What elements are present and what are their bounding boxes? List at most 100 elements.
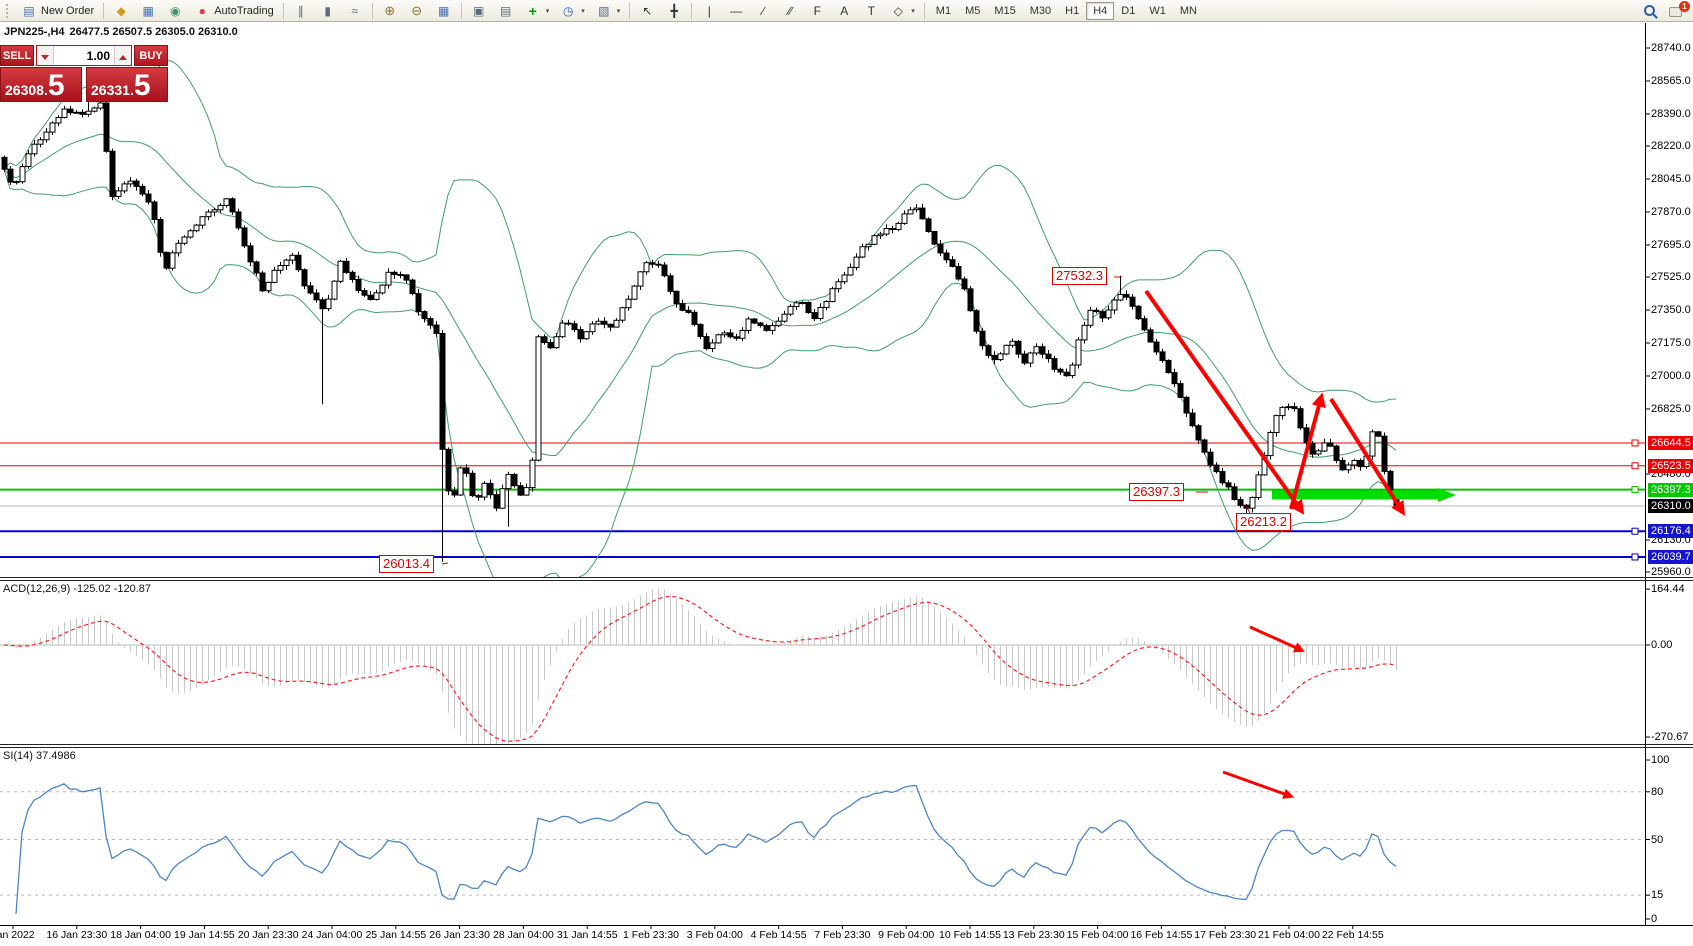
bar-chart-icon: ∥ [293, 3, 309, 19]
timeframe-buttons: M1M5M15M30H1H4D1W1MN [929, 2, 1204, 20]
buy-price-display[interactable]: 26331.5 [86, 67, 168, 102]
one-click-trading-panel: SELL 1.00 BUY 26308.5 26331.5 [0, 45, 168, 102]
line-chart-icon: ≈ [347, 3, 363, 19]
zoom-in-button[interactable]: ⊕ [377, 2, 403, 20]
new-order-button-label: New Order [41, 5, 94, 17]
toolbar-separator [461, 3, 462, 19]
price-axis-tick: 25960.0 [1651, 566, 1691, 578]
search-icon [1642, 3, 1658, 19]
cursor-icon: ↖ [639, 3, 655, 19]
cursor-tool-button[interactable]: ↖ [634, 2, 660, 20]
cascade-windows-icon: ▤ [498, 3, 514, 19]
macd-axis-tick: 0.00 [1651, 639, 1672, 651]
chart-canvas[interactable] [0, 0, 1693, 946]
buy-button[interactable]: BUY [134, 45, 168, 66]
rsi-axis-tick: 15 [1651, 889, 1663, 901]
annotation-label[interactable]: 27532.3 [1052, 267, 1107, 285]
candlestick-chart-button[interactable]: ▮ [315, 2, 341, 20]
cascade-windows-button[interactable]: ▤ [493, 2, 519, 20]
triangle-up-icon [119, 55, 127, 60]
zoom-out-button[interactable]: ⊖ [404, 2, 430, 20]
autotrading-button[interactable]: ●AutoTrading [189, 2, 279, 20]
line-chart-button[interactable]: ≈ [342, 2, 368, 20]
volume-input[interactable]: 1.00 [54, 46, 114, 65]
trendline-tool-button[interactable]: ∕ [750, 2, 776, 20]
price-axis-tick: 28740.0 [1651, 42, 1691, 54]
bar-chart-button[interactable]: ∥ [288, 2, 314, 20]
sell-button[interactable]: SELL [0, 45, 34, 66]
new-order-button[interactable]: ▤New Order [16, 2, 99, 20]
navigator-button[interactable]: ◉ [162, 2, 188, 20]
sell-price-frac: 5 [48, 72, 65, 100]
notification-badge: 1 [1679, 1, 1690, 12]
tile-windows-icon: ▦ [436, 3, 452, 19]
rsi-axis-tick: 0 [1651, 913, 1657, 925]
price-axis-tick: 28565.0 [1651, 75, 1691, 87]
volume-decrease-button[interactable] [37, 46, 54, 65]
shapes-icon: ◇ [890, 3, 906, 19]
price-axis-tick: 26825.0 [1651, 403, 1691, 415]
annotation-label[interactable]: 26397.3 [1129, 483, 1184, 501]
trendline-icon: ∕ [755, 3, 771, 19]
sell-price-int: 26308 [5, 80, 44, 100]
volume-stepper[interactable]: 1.00 [36, 45, 132, 66]
triangle-down-icon [41, 55, 49, 60]
price-level-badge: 26039.7 [1648, 550, 1693, 564]
dropdown-arrow-icon[interactable]: ▾ [911, 7, 915, 15]
timeframe-M15[interactable]: M15 [987, 2, 1022, 20]
buy-price-int: 26331 [91, 80, 130, 100]
rsi-axis-tick: 100 [1651, 754, 1669, 766]
timeframe-M5[interactable]: M5 [958, 2, 987, 20]
price-level-badge: 26397.3 [1648, 483, 1693, 497]
dropdown-arrow-icon[interactable]: ▾ [617, 7, 621, 15]
notifications-button[interactable]: 1 [1664, 2, 1690, 20]
periods-icon: ◷ [560, 3, 576, 19]
market-watch-button[interactable]: ◆ [108, 2, 134, 20]
zoom-out-icon: ⊖ [409, 3, 425, 19]
timeframe-M1[interactable]: M1 [929, 2, 958, 20]
toolbar-separator [924, 3, 925, 19]
toolbar-separator [691, 3, 692, 19]
price-level-badge: 26176.4 [1648, 524, 1693, 538]
fibonacci-tool-button[interactable]: F [804, 2, 830, 20]
dropdown-arrow-icon[interactable]: ▾ [581, 7, 585, 15]
autotrading-icon: ● [194, 3, 210, 19]
rsi-indicator-label: SI(14) 37.4986 [3, 750, 76, 762]
annotation-label[interactable]: 26213.2 [1236, 513, 1291, 531]
vertical-line-tool-button[interactable]: | [696, 2, 722, 20]
text-label-tool-button[interactable]: T [858, 2, 884, 20]
macd-axis-tick: 164.44 [1651, 583, 1685, 595]
timeframe-H1[interactable]: H1 [1058, 2, 1086, 20]
templates-icon: ▧ [596, 3, 612, 19]
annotation-label[interactable]: 26013.4 [379, 555, 434, 573]
tile-windows-button[interactable]: ▦ [431, 2, 457, 20]
toolbar-separator [372, 3, 373, 19]
equidistant-channel-tool-button[interactable]: ∕∕ [777, 2, 803, 20]
crosshair-icon: ╋ [666, 3, 682, 19]
timeframe-D1[interactable]: D1 [1114, 2, 1142, 20]
symbol-name: JPN225-,H4 [4, 26, 65, 38]
indicators-button[interactable]: +▾ [520, 2, 555, 20]
volume-increase-button[interactable] [114, 46, 131, 65]
text-icon: A [836, 3, 852, 19]
price-axis-tick: 27175.0 [1651, 337, 1691, 349]
arrows-tool-button[interactable]: ◇▾ [885, 2, 920, 20]
horizontal-line-icon: — [728, 3, 744, 19]
horizontal-line-tool-button[interactable]: — [723, 2, 749, 20]
dropdown-arrow-icon[interactable]: ▾ [546, 7, 550, 15]
price-level-badge: 26310.0 [1648, 499, 1693, 513]
sell-price-display[interactable]: 26308.5 [0, 67, 82, 102]
timeframe-M30[interactable]: M30 [1023, 2, 1058, 20]
templates-button[interactable]: ▧▾ [591, 2, 626, 20]
timeframe-MN[interactable]: MN [1173, 2, 1204, 20]
data-window-button[interactable]: ▦ [135, 2, 161, 20]
indicators-icon: + [525, 3, 541, 19]
timeframe-H4[interactable]: H4 [1086, 2, 1114, 20]
crosshair-tool-button[interactable]: ╋ [661, 2, 687, 20]
timeframe-W1[interactable]: W1 [1142, 2, 1173, 20]
arrange-windows-button[interactable]: ▣ [466, 2, 492, 20]
equidistant-channel-icon: ∕∕ [782, 3, 798, 19]
periods-button[interactable]: ◷▾ [555, 2, 590, 20]
text-tool-button[interactable]: A [831, 2, 857, 20]
search-button[interactable] [1637, 2, 1663, 20]
